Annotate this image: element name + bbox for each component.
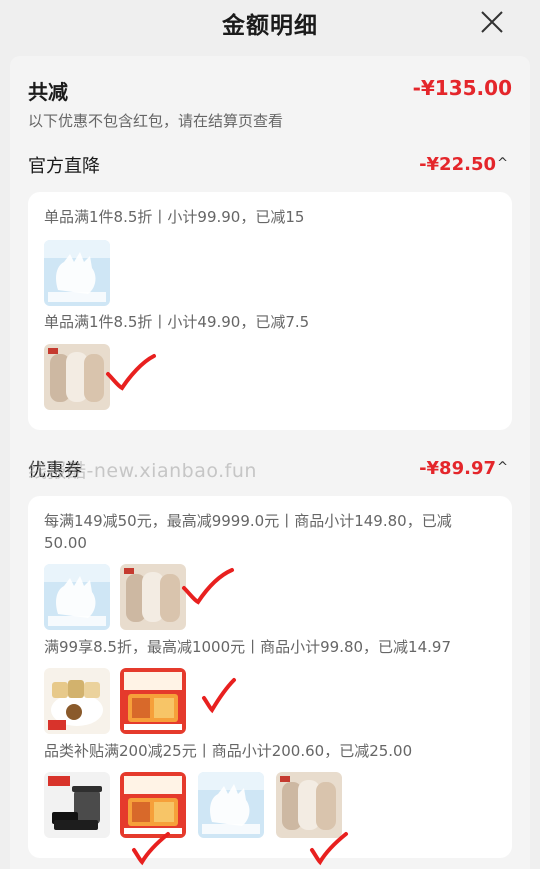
page-title: 金额明细	[222, 13, 318, 39]
rule-text: 品类补贴满200减25元丨商品小计200.60，已减25.00	[44, 742, 413, 760]
product-thumbnail-gloves	[198, 772, 264, 838]
rule-text: 每满149减50元，最高减9999.0元丨商品小计149.80，已减50.00	[44, 512, 452, 552]
product-thumbnail-underwear	[120, 564, 186, 630]
product-thumbnail-underwear	[44, 344, 110, 410]
close-icon[interactable]	[480, 10, 504, 34]
chevron-up-icon[interactable]: ^	[497, 156, 508, 171]
product-thumbnail-trash-can	[44, 772, 110, 838]
section-title-official: 官方直降	[28, 156, 100, 177]
product-thumbnail-snack-box	[120, 772, 186, 838]
total-amount: -¥135.00	[412, 76, 512, 100]
watermark: 线报酷-new.xianbao.fun	[28, 460, 257, 482]
product-thumbnail-underwear	[276, 772, 342, 838]
rule-text: 单品满1件8.5折丨小计49.90，已减7.5	[44, 313, 310, 331]
chevron-up-icon[interactable]: ^	[497, 460, 508, 475]
header: 金额明细	[0, 0, 540, 50]
rule-text: 满99享8.5折，最高减1000元丨商品小计99.80，已减14.97	[44, 638, 452, 656]
product-thumbnail-gloves	[44, 240, 110, 306]
product-thumbnail-pastry	[44, 668, 110, 734]
section-amount-official: -¥22.50	[419, 154, 496, 175]
section-amount-coupon: -¥89.97	[419, 458, 496, 479]
total-note: 以下优惠不包含红包，请在结算页查看	[28, 112, 284, 130]
product-thumbnail-snack-box	[120, 668, 186, 734]
total-label: 共减	[28, 80, 68, 104]
rule-text: 单品满1件8.5折丨小计99.90，已减15	[44, 208, 305, 226]
product-thumbnail-gloves	[44, 564, 110, 630]
